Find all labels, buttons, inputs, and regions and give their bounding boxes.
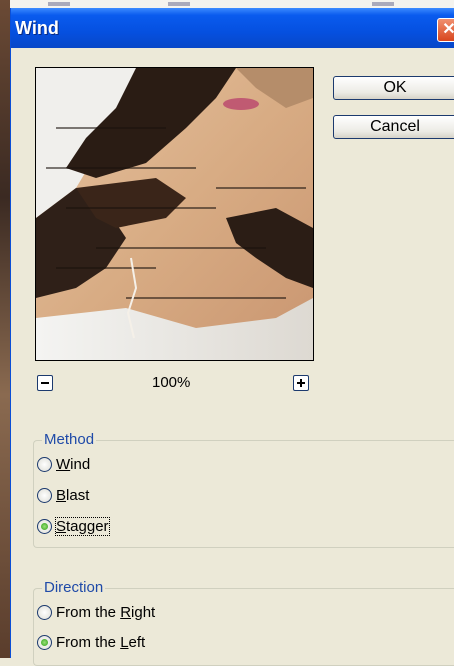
background-window-strip bbox=[0, 0, 10, 658]
zoom-out-button[interactable] bbox=[37, 375, 53, 391]
filter-preview[interactable] bbox=[35, 67, 314, 361]
direction-option-right[interactable]: From the Right bbox=[37, 602, 155, 622]
dialog-title: Wind bbox=[15, 18, 59, 38]
radio-label-from-left: From the Left bbox=[56, 633, 146, 651]
close-icon: ✕ bbox=[442, 21, 454, 38]
method-option-wind[interactable]: Wind bbox=[37, 454, 90, 474]
background-tab-b bbox=[168, 2, 190, 6]
cancel-button[interactable]: Cancel bbox=[333, 115, 454, 139]
method-option-blast[interactable]: Blast bbox=[37, 485, 89, 505]
radio-blast[interactable] bbox=[37, 487, 52, 503]
radio-stagger[interactable] bbox=[37, 518, 52, 534]
zoom-level: 100% bbox=[152, 374, 191, 391]
title-bar[interactable]: Wind ✕ bbox=[11, 8, 454, 48]
radio-label-blast: Blast bbox=[56, 486, 90, 504]
direction-legend: Direction bbox=[42, 579, 106, 596]
wind-dialog: Wind ✕ OK Cancel 100% Method Wind Blast … bbox=[10, 8, 454, 666]
radio-label-from-right: From the Right bbox=[56, 603, 156, 621]
radio-from-left[interactable] bbox=[37, 634, 52, 650]
zoom-in-button[interactable] bbox=[293, 375, 309, 391]
radio-from-right[interactable] bbox=[37, 604, 52, 620]
method-legend: Method bbox=[42, 431, 97, 448]
method-option-stagger[interactable]: Stagger bbox=[37, 516, 110, 536]
background-tab-a bbox=[48, 2, 70, 6]
ok-button[interactable]: OK bbox=[333, 76, 454, 100]
radio-wind[interactable] bbox=[37, 456, 52, 472]
direction-group: Direction bbox=[33, 579, 454, 666]
radio-label-stagger: Stagger bbox=[55, 516, 110, 536]
preview-image bbox=[36, 68, 313, 360]
direction-option-left[interactable]: From the Left bbox=[37, 632, 145, 652]
radio-label-wind: Wind bbox=[56, 455, 91, 473]
background-tab-c bbox=[372, 2, 394, 6]
close-button[interactable]: ✕ bbox=[437, 18, 454, 42]
